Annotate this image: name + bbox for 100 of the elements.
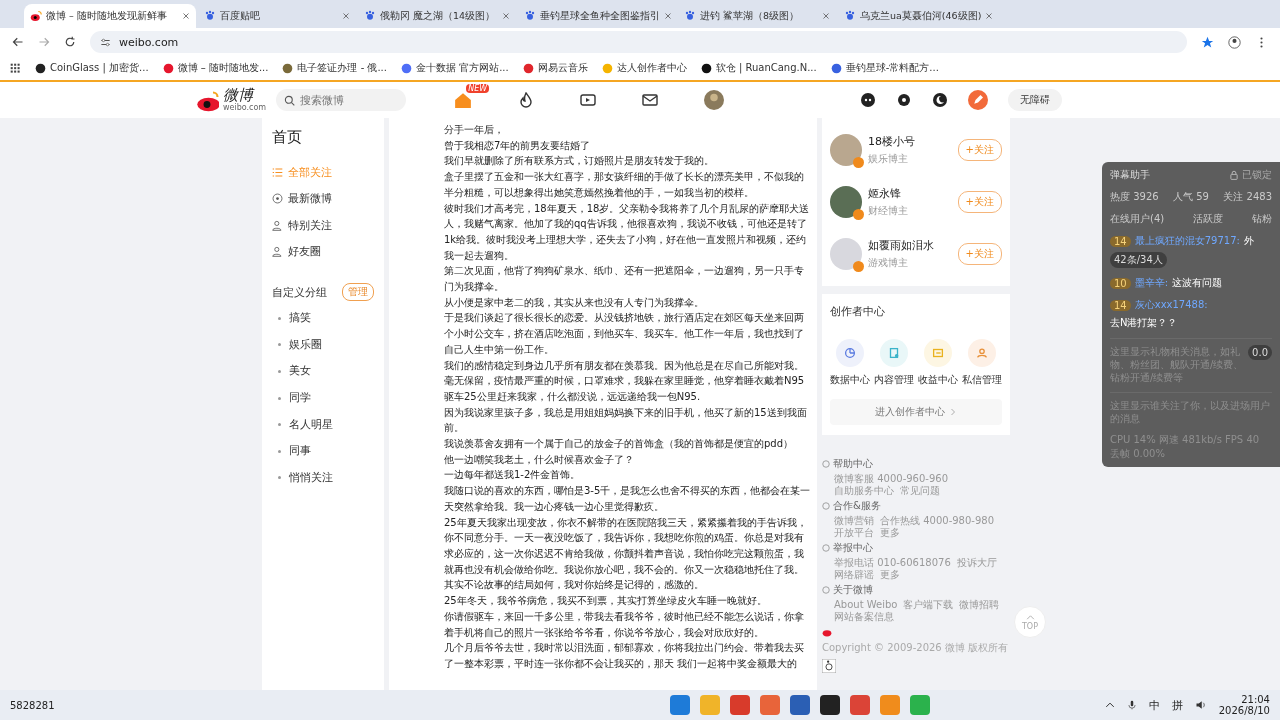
post-paragraph: 他一边嘲笑我老土，什么时候喜欢金子了？ — [444, 452, 635, 467]
creator-tool[interactable]: 内容管理 — [874, 339, 914, 387]
paw-icon — [204, 10, 216, 22]
taskbar-text: 5828281 — [10, 699, 55, 711]
accessibility-button[interactable]: 无障碍 — [1008, 89, 1063, 111]
bookmark[interactable]: 网易云音乐 — [522, 61, 588, 75]
bookmark[interactable]: 垂钓星球-常料配方... — [830, 61, 939, 75]
ime-mode[interactable]: 拼 — [1171, 697, 1183, 713]
person-icon — [975, 346, 989, 360]
avatar-icon — [830, 238, 862, 270]
group-item[interactable]: 悄悄关注 — [272, 464, 374, 492]
wheelchair-icon — [822, 659, 836, 673]
lock-icon — [1229, 170, 1239, 180]
group-item[interactable]: 同学 — [272, 384, 374, 412]
compose-icon — [968, 90, 989, 110]
flame-icon — [518, 92, 535, 108]
creator-tool[interactable]: 收益中心 — [918, 339, 958, 387]
new-badge: NEW — [466, 84, 490, 93]
post-paragraph: 你请假驱车，来回一千多公里，带我去看我爷爷，彼时他已经不能怎么说话，你拿着手机将自己的照片一张张给爷爷看，你说爷爷放心，我会对欣欣好的。 — [444, 609, 805, 640]
group-item[interactable]: 搞笑 — [272, 305, 374, 332]
bookmark-favicon-icon — [401, 62, 412, 74]
avatar-icon — [830, 186, 862, 218]
post-paragraph: 第二次见面，他背了狗狗矿泉水、纸巾、还有一把遮阳伞，一边遛狗，另一只手专门为我撑伞。 — [444, 264, 805, 295]
panel-tab[interactable]: 在线用户(4) — [1110, 212, 1165, 226]
star-icon — [1201, 35, 1214, 49]
address-bar[interactable]: weibo.com — [90, 31, 1187, 53]
chevron-icon — [949, 408, 957, 416]
browser-tab[interactable]: 微博 – 随时随地发现新鲜事 — [24, 4, 196, 28]
person-icon — [272, 219, 283, 231]
user-name[interactable]: 如覆雨如泪水 — [868, 238, 934, 253]
bookmark[interactable]: 软仓 | RuanCang.N... — [700, 61, 817, 75]
video-icon — [580, 92, 597, 108]
group-item[interactable]: 娱乐圈 — [272, 331, 374, 359]
up-chevron-icon — [1025, 613, 1035, 622]
copyright-text: Copyright © 2009-2026 微博 版权所有 — [822, 641, 1009, 655]
group-item[interactable]: 同事 — [272, 437, 374, 465]
user-name[interactable]: 姬永锋 — [868, 186, 908, 201]
document-icon — [887, 346, 901, 360]
group-item[interactable]: 美女 — [272, 358, 374, 385]
paw-icon — [684, 10, 696, 22]
search-icon — [284, 94, 296, 106]
close-icon — [985, 12, 994, 20]
post-paragraph: 分手一年后， — [444, 123, 505, 137]
ime-indicator[interactable]: 中 — [1148, 697, 1160, 713]
nav-item[interactable]: 特别关注 — [272, 212, 374, 239]
post-paragraph: 我随口说的喜欢的东西，哪怕是3-5千，是我怎么也舍不得买的东西，他都会在某一天突然拿给我。我一边心疼钱一边心里觉得歉疚。 — [444, 484, 811, 514]
creator-tool[interactable]: 私信管理 — [962, 339, 1002, 387]
avatar-icon — [704, 90, 725, 110]
moon-icon — [932, 92, 949, 108]
creator-tool[interactable]: 数据中心 — [830, 339, 870, 387]
bookmark-favicon-icon — [162, 62, 174, 74]
logo-text: 微博 — [223, 88, 255, 103]
bookmark-favicon-icon — [830, 62, 842, 74]
taskbar-app-icon[interactable] — [819, 695, 840, 715]
forward-icon — [38, 36, 50, 48]
bookmark[interactable]: CoinGlass | 加密货... — [35, 61, 149, 75]
bookmark[interactable]: 微博 – 随时随地发... — [162, 61, 269, 75]
level-badge: 14 — [1110, 235, 1131, 247]
bookmark-favicon-icon — [35, 62, 46, 74]
nav-item[interactable]: 好友圈 — [272, 238, 374, 265]
panel-tab[interactable]: 活跃度 — [1193, 212, 1224, 226]
home-icon — [454, 91, 473, 109]
user-tag: 财经博主 — [868, 204, 908, 218]
post-paragraph: 彼时我们才高考完，18年夏天，18岁。父亲勒令我将养了几个月乱尿的萨摩耶犬送人，我赌气离家。他加了我的qq告诉我，他很喜欢狗，我说不收钱，可他还是转了1k给我。彼时我没考上理想大学，还失去了小狗，好在他一直发照片和视频，还约我一起去遛狗。 — [444, 201, 811, 263]
browser-tab[interactable]: 俄勒冈 魔之湖（14级图） — [358, 4, 516, 28]
search-field[interactable]: 搜索微博 — [276, 89, 407, 112]
chat-text: 去N港打架？？ — [1110, 316, 1178, 330]
browser-tab[interactable]: 垂钓星球全鱼种全图鉴指引 — [518, 4, 676, 28]
post-paragraph: 曾于我相恋7年的前男友要结婚了 — [444, 138, 592, 153]
close-icon — [664, 12, 672, 20]
post-paragraph: 25年夏天我家出现变故，你衣不解带的在医院陪我三天，紧紧攥着我的手告诉我，你不同意分手。一天一夜没吃饭了，我告诉你，我想吃你煎的鸡蛋。你总是对我有求必应的，这一次你迟迟不肯给我做，你颤抖着声音说，我怕你吃完这颗煎蛋，我就再也没有机会做给你吃。我说你放心吧，我不会的。你又一次稳稳地托住了我。其实不论故事的结局如何，我对你始终是记得的，感激的。 — [444, 515, 808, 593]
panel-title: 弹幕助手 — [1110, 168, 1150, 182]
bookmark[interactable]: 电子签证办理 - 俄... — [282, 61, 387, 75]
avatar-icon — [830, 134, 862, 166]
post-paragraph: 从小便是家中老二的我，其实从来也没有人专门为我撑伞。 — [444, 295, 705, 310]
post-paragraph: 我们早就删除了所有联系方式，订婚照片是朋友转发于我的。 — [444, 154, 715, 169]
post-paragraph: 一边每年都送我1-2件金首饰。 — [444, 468, 582, 483]
bookmark[interactable]: 金十数据 官方网站... — [401, 61, 509, 75]
url-text: weibo.com — [119, 35, 179, 49]
browser-tab[interactable]: 百度贴吧 — [198, 4, 356, 28]
user-tag: 游戏博主 — [868, 256, 934, 270]
bookmark-favicon-icon — [282, 62, 294, 74]
enter-creator-button[interactable]: 进入创作者中心 — [830, 399, 1002, 425]
paw-icon — [524, 10, 536, 22]
group-item[interactable]: 名人明星 — [272, 411, 374, 438]
gift-pill: 0.0 — [1248, 345, 1272, 360]
bookmark[interactable]: 达人创作者中心 — [601, 61, 687, 75]
browser-tab[interactable]: 乌克兰ua莫聂伯河(46级图) — [838, 4, 996, 28]
post-paragraph: 我说羡慕舍友拥有一个属于自己的放金子的首饰盒（我的首饰都是便宜的pdd） — [444, 437, 795, 452]
browser-tab[interactable]: 进钓 鲨苹湖（8级图） — [678, 4, 836, 28]
pie-chart-icon — [843, 346, 857, 360]
clock-date: 2026/8/10 — [1218, 705, 1270, 716]
panel-tab[interactable]: 钻粉 — [1252, 212, 1272, 226]
group-heading: 自定义分组 — [272, 284, 327, 300]
list-icon — [272, 166, 283, 178]
close-icon — [502, 12, 510, 20]
nav-item[interactable]: 最新微博 — [272, 185, 374, 212]
weibo-eye-logo-icon — [822, 627, 832, 637]
user-name[interactable]: 18楼小号 — [868, 134, 915, 149]
bookmark-favicon-icon — [522, 62, 534, 74]
